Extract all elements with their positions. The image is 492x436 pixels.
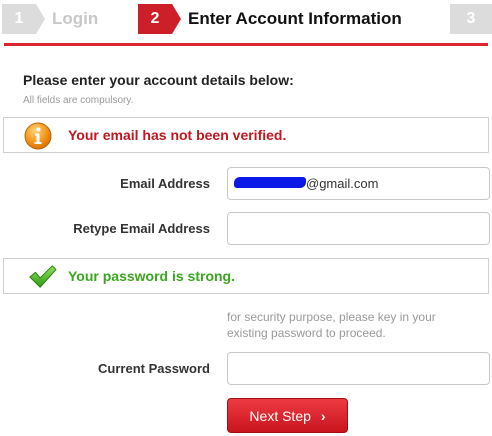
form-heading: Please enter your account details below:: [23, 72, 294, 88]
info-icon: [24, 122, 52, 150]
step-number: 1: [2, 4, 45, 34]
compulsory-note: All fields are compulsory.: [23, 95, 134, 106]
current-password-label: Current Password: [98, 361, 210, 376]
retype-email-field[interactable]: [227, 212, 490, 245]
email-field-wrapper: [227, 167, 490, 200]
password-alert-message: Your password is strong.: [68, 268, 235, 284]
email-alert-message: Your email has not been verified.: [68, 127, 287, 143]
step-label: Login: [52, 9, 99, 28]
step-label: Enter Account Information: [188, 9, 402, 28]
step-three: 3: [450, 4, 492, 34]
step-number: 2: [138, 4, 181, 34]
step-account-information: 2 Enter Account Information: [138, 4, 402, 34]
current-password-field[interactable]: [227, 352, 490, 385]
step-login: 1 Login: [2, 4, 98, 34]
steps-divider: [4, 43, 488, 46]
email-label: Email Address: [120, 176, 210, 191]
next-step-label: Next Step: [249, 407, 311, 424]
redaction-mark: [234, 177, 306, 188]
password-strength-alert: Your password is strong.: [3, 258, 489, 294]
next-step-button[interactable]: Next Step ›: [227, 398, 348, 433]
step-number: 3: [450, 4, 492, 34]
chevron-right-icon: ›: [320, 407, 326, 424]
email-not-verified-alert: Your email has not been verified.: [3, 117, 489, 153]
security-hint: for security purpose, please key in your…: [227, 310, 436, 340]
checkmark-icon: [29, 265, 57, 288]
step-progress-bar: 1 Login 2 Enter Account Information 3: [0, 0, 492, 46]
retype-email-label: Retype Email Address: [73, 221, 210, 236]
